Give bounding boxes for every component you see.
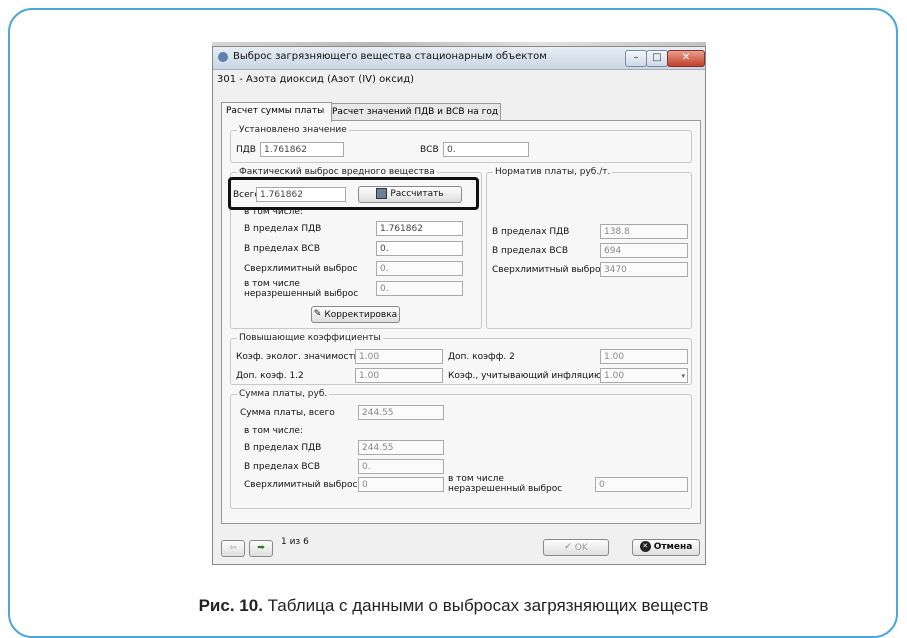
coef-inflation-label: Коэф., учитывающий инфляцию [448,371,602,381]
norm-vsv-label: В пределах ВСВ [492,246,569,256]
established-pdv-field[interactable]: 1.761862 [260,142,344,157]
actual-unauth-field[interactable]: 0. [376,281,463,296]
actual-within-vsv-label: В пределах ВСВ [244,244,321,254]
arrow-left-icon: ⇦ [229,543,237,553]
norm-over-label: Сверхлимитный выброс [492,265,606,275]
caption-text: Таблица с данными о выбросах загрязняющи… [262,596,709,615]
actual-unauth-label-2: неразрешенный выброс [244,289,359,299]
ok-button-label: OK [574,543,588,553]
tab-panel: Установлено значение ПДВ 1.761862 ВСВ 0.… [221,120,701,524]
coef-eco-label: Коэф. эколог. значимости [236,352,360,362]
sum-including-label: в том числе: [244,426,304,436]
actual-including-label: в том числе: [244,207,304,217]
calculate-button[interactable]: Рассчитать [358,186,462,203]
coef-eco-field[interactable]: 1.00 [355,349,443,364]
calculator-icon [376,188,388,199]
actual-total-field[interactable]: 1.761862 [256,187,346,202]
cancel-button[interactable]: ✕ Отмена [632,539,700,556]
coef-add12-label: Доп. коэф. 1.2 [236,371,304,381]
sum-unauth-field[interactable]: 0 [595,477,688,492]
actual-legend: Фактический выброс вредного вещества [239,167,435,177]
established-vsv-field[interactable]: 0. [443,142,529,157]
sum-over-label: Сверхлимитный выброс [244,480,358,490]
sum-pdv-field[interactable]: 244.55 [358,440,444,455]
norm-pdv-field[interactable]: 138.8 [600,224,688,239]
actual-within-pdv-field[interactable]: 1.761862 [376,221,463,236]
substance-label: 301 - Азота диоксид (Азот (IV) оксид) [217,74,415,85]
calculate-button-label: Рассчитать [390,189,444,199]
established-legend: Установлено значение [239,125,347,135]
coef-add2-label: Доп. коэфф. 2 [448,352,515,362]
arrow-right-icon: ➡ [257,543,265,553]
next-button[interactable]: ➡ [249,540,273,557]
actual-within-pdv-label: В пределах ПДВ [244,224,322,234]
established-vsv-label: ВСВ [420,145,439,155]
title-bar: Выброс загрязняющего вещества стационарн… [213,47,705,70]
actual-over-label: Сверхлимитный выброс [244,264,358,274]
tab-pdv-vsv-year[interactable]: Расчет значений ПДВ и ВСВ на год [327,103,501,121]
established-pdv-label: ПДВ [236,145,256,155]
actual-unauth-label-1: в том числе [244,279,300,289]
actual-within-vsv-field[interactable]: 0. [376,241,463,256]
sum-pdv-label: В пределах ПДВ [244,443,322,453]
cancel-icon: ✕ [639,541,651,552]
sum-legend: Сумма платы, руб. [239,389,328,399]
ok-button[interactable]: ✔ OK [543,539,609,556]
cancel-button-label: Отмена [653,542,693,552]
coef-add2-field[interactable]: 1.00 [600,349,688,364]
correction-button-label: Корректировка [324,310,398,320]
sum-unauth-label-1: в том числе [448,474,504,484]
window-title: Выброс загрязняющего вещества стационарн… [233,51,547,62]
close-button[interactable]: ✕ [667,50,705,67]
maximize-button[interactable]: □ [646,50,668,67]
norm-vsv-field[interactable]: 694 [600,243,688,258]
sum-total-label: Сумма платы, всего [240,408,335,418]
sum-total-field[interactable]: 244.55 [358,405,444,420]
check-icon: ✔ [564,542,572,552]
figure-caption: Рис. 10. Таблица с данными о выбросах за… [0,596,907,616]
sum-vsv-label: В пределах ВСВ [244,462,321,472]
coef-add12-field[interactable]: 1.00 [355,368,443,383]
coef-inflation-select[interactable]: 1.00 ▾ [600,368,688,383]
sum-vsv-field[interactable]: 0. [358,459,444,474]
sum-unauth-label-2: неразрешенный выброс [448,484,563,494]
page-info: 1 из 6 [281,537,309,547]
sum-over-field[interactable]: 0 [358,477,444,492]
app-icon [218,52,228,62]
actual-over-field[interactable]: 0. [376,261,463,276]
pencil-icon: ✎ [313,309,322,319]
minimize-button[interactable]: – [625,50,647,67]
norm-pdv-label: В пределах ПДВ [492,227,570,237]
dialog-window: Выброс загрязняющего вещества стационарн… [212,46,706,565]
coef-inflation-value: 1.00 [604,371,625,381]
coef-legend: Повышающие коэффициенты [239,333,381,343]
correction-button[interactable]: ✎ Корректировка [311,306,400,323]
norm-over-field[interactable]: 3470 [600,262,688,277]
prev-button[interactable]: ⇦ [221,540,245,557]
chevron-down-icon: ▾ [681,372,685,380]
caption-label: Рис. 10. [198,596,263,615]
tab-payment-calc[interactable]: Расчет суммы платы [221,102,332,122]
norm-legend: Норматив платы, руб./т. [495,167,611,177]
